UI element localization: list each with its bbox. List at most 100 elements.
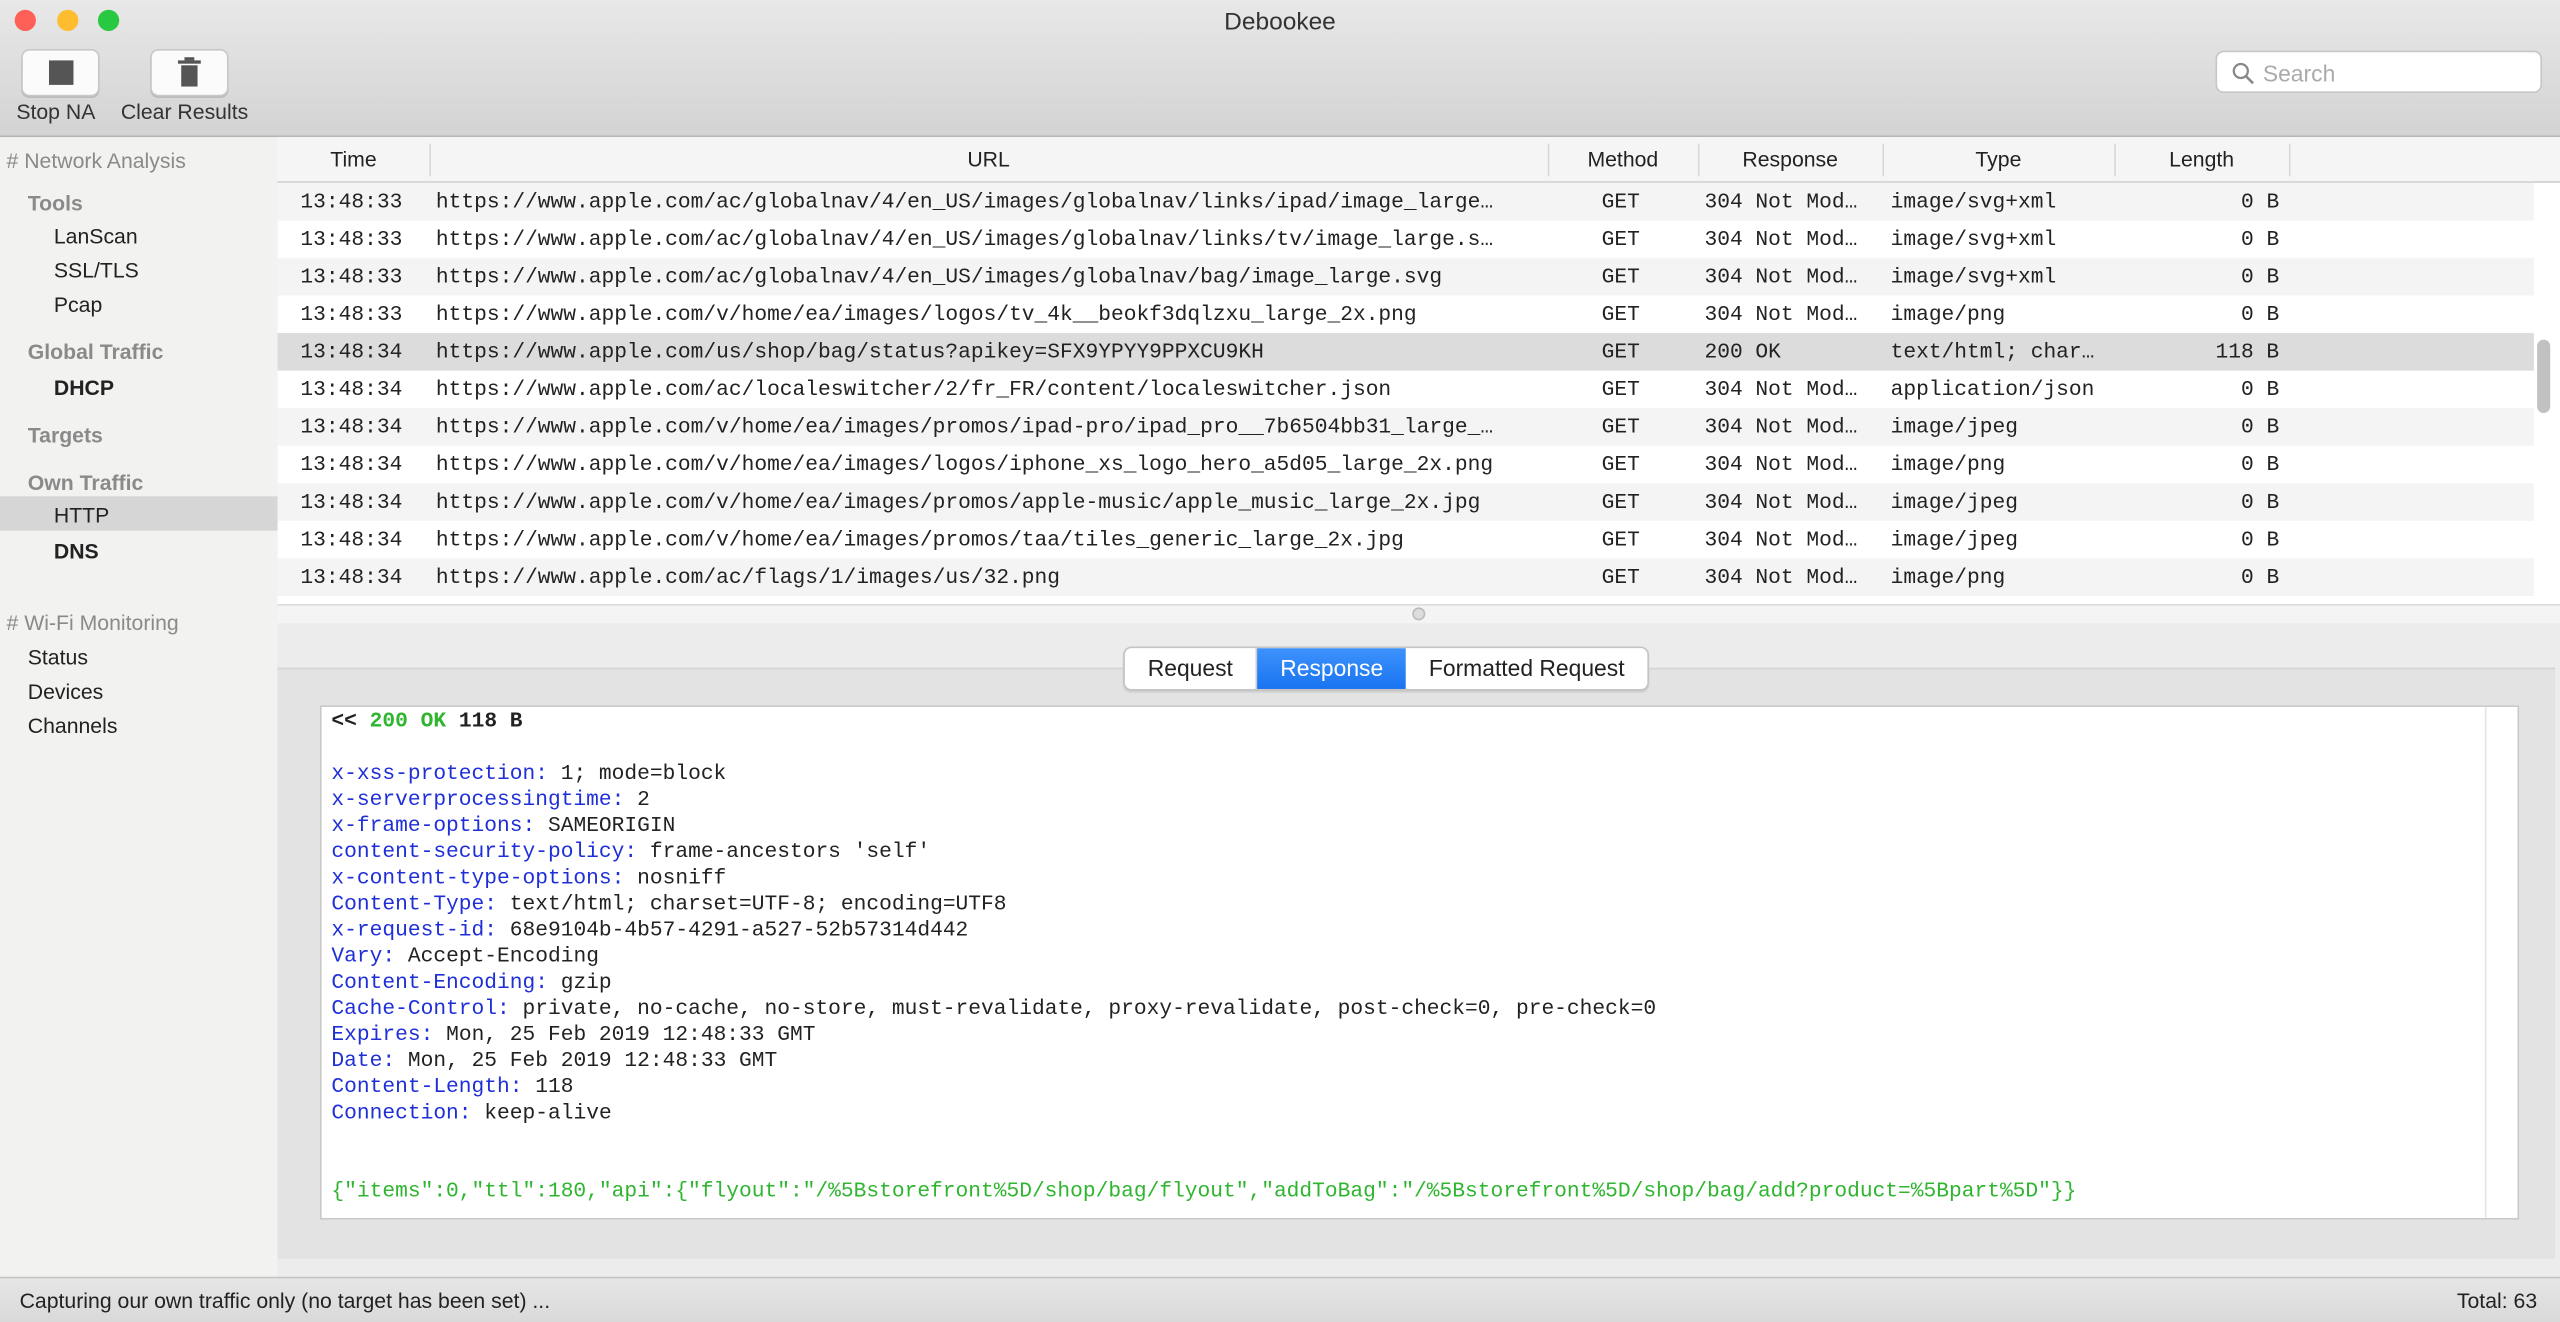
- header-line: Date: Mon, 25 Feb 2019 12:48:33 GMT: [331, 1048, 777, 1072]
- header-key: Expires:: [331, 1022, 434, 1047]
- cell-response: 304 Not Mod…: [1704, 302, 1858, 327]
- header-value: 118: [535, 1074, 574, 1099]
- column-header-length[interactable]: Length: [2114, 147, 2289, 171]
- column-header-type[interactable]: Type: [1882, 147, 2114, 171]
- header-value: frame-ancestors 'self': [649, 839, 931, 864]
- table-row[interactable]: 13:48:33 https://www.apple.com/ac/globaln…: [278, 220, 2534, 258]
- detail-tabs: Request Response Formatted Request: [1123, 646, 1650, 691]
- column-header-method[interactable]: Method: [1548, 147, 1698, 171]
- cell-time: 13:48:33: [300, 226, 403, 252]
- sidebar-item-ssltls[interactable]: SSL/TLS: [54, 258, 139, 282]
- cell-method: GET: [1601, 564, 1640, 590]
- status-message: Capturing our own traffic only (no targe…: [19, 1288, 551, 1313]
- header-key: Date:: [331, 1048, 396, 1073]
- cell-response: 304 Not Mod…: [1704, 489, 1858, 515]
- cell-length: 0 B: [2240, 302, 2280, 327]
- sidebar: # Network Analysis Tools LanScan SSL/TLS…: [0, 137, 280, 1277]
- cell-response: 304 Not Mod…: [1704, 452, 1858, 477]
- text-view-scrollbar-track[interactable]: [2484, 706, 2487, 1218]
- sidebar-section-network-analysis: # Network Analysis: [6, 148, 186, 174]
- cell-response: 200 OK: [1704, 339, 1781, 365]
- cell-method: GET: [1601, 302, 1640, 327]
- stop-na-button[interactable]: [21, 48, 100, 97]
- header-key: Content-Length:: [331, 1074, 523, 1099]
- table-row[interactable]: 13:48:34 https://www.apple.com/v/home/ea/…: [277, 408, 2534, 446]
- table-row[interactable]: 13:48:34 https://www.apple.com/ac/locales…: [278, 371, 2534, 409]
- column-header-url[interactable]: URL: [429, 147, 1547, 171]
- window-title: Debookee: [1224, 8, 1336, 36]
- cell-url: https://www.apple.com/ac/globalnav/4/en_…: [435, 226, 1494, 252]
- table-row[interactable]: 13:48:33 https://www.apple.com/ac/globaln…: [277, 257, 2534, 296]
- cell-length: 0 B: [2240, 189, 2280, 214]
- cell-response: 304 Not Mod…: [1704, 264, 1858, 289]
- cell-type: image/png: [1890, 564, 2006, 590]
- split-view-divider[interactable]: [277, 604, 2560, 626]
- header-line: Vary: Accept-Encoding: [331, 944, 599, 968]
- response-text-view[interactable]: << 200 OK 118 B x-xss-protection: 1; mod…: [319, 705, 2520, 1220]
- sidebar-item-channels[interactable]: Channels: [28, 713, 118, 737]
- column-header-response[interactable]: Response: [1698, 147, 1882, 171]
- header-line: x-content-type-options: nosniff: [331, 865, 726, 889]
- table-row[interactable]: 13:48:34 https://www.apple.com/us/shop/ba…: [277, 333, 2534, 371]
- response-body: {"items":0,"ttl":180,"api":{"flyout":"/%…: [331, 1178, 2077, 1204]
- sidebar-item-dhcp[interactable]: DHCP: [54, 376, 114, 400]
- cell-response: 304 Not Mod…: [1704, 414, 1858, 440]
- header-key: Content-Encoding:: [331, 969, 548, 995]
- search-placeholder: Search: [2262, 60, 2336, 87]
- cell-method: GET: [1601, 264, 1640, 289]
- cell-time: 13:48:34: [300, 377, 403, 402]
- cell-method: GET: [1601, 414, 1640, 440]
- sidebar-item-label: HTTP: [53, 502, 110, 528]
- cell-response: 304 Not Mod…: [1704, 189, 1858, 214]
- cell-method: GET: [1601, 527, 1640, 552]
- cell-method: GET: [1601, 339, 1640, 365]
- cell-type: image/jpeg: [1890, 527, 2018, 552]
- tab-formatted-request[interactable]: Formatted Request: [1406, 648, 1647, 689]
- cell-type: image/svg+xml: [1890, 264, 2057, 289]
- column-header-time[interactable]: Time: [278, 147, 430, 171]
- clear-results-button[interactable]: [150, 48, 229, 97]
- sidebar-item-status[interactable]: Status: [28, 645, 88, 669]
- splitter-handle[interactable]: [1412, 607, 1426, 621]
- table-row[interactable]: 13:48:33 https://www.apple.com/ac/globaln…: [277, 182, 2534, 221]
- header-value: gzip: [560, 969, 612, 995]
- cell-url: https://www.apple.com/ac/flags/1/images/…: [435, 564, 1061, 590]
- cell-time: 13:48:33: [300, 189, 403, 214]
- cell-length: 0 B: [2240, 489, 2280, 515]
- header-line: content-security-policy: frame-ancestors…: [331, 839, 930, 863]
- cell-type: image/jpeg: [1890, 489, 2018, 515]
- sidebar-item-http[interactable]: HTTP: [0, 496, 278, 531]
- sidebar-group-tools: Tools: [27, 191, 83, 216]
- sidebar-item-pcap[interactable]: Pcap: [54, 292, 102, 316]
- cell-length: 0 B: [2240, 264, 2280, 289]
- status-size: 118 B: [458, 708, 523, 734]
- table-row[interactable]: 13:48:34 https://www.apple.com/v/home/ea/…: [278, 446, 2534, 484]
- header-value: nosniff: [637, 865, 727, 890]
- header-line: Content-Encoding: gzip: [331, 970, 611, 994]
- header-key: x-frame-options:: [331, 813, 536, 838]
- header-key: x-request-id:: [331, 917, 498, 943]
- sidebar-item-dns[interactable]: DNS: [54, 539, 99, 563]
- cell-type: image/png: [1890, 302, 2006, 327]
- header-value: 68e9104b-4b57-4291-a527-52b57314d442: [509, 917, 969, 943]
- vertical-scrollbar-thumb[interactable]: [2537, 339, 2551, 414]
- tab-response[interactable]: Response: [1257, 648, 1407, 689]
- header-line: Connection: keep-alive: [331, 1100, 611, 1124]
- table-row[interactable]: 13:48:34 https://www.apple.com/ac/flags/1…: [277, 558, 2534, 596]
- cell-method: GET: [1601, 226, 1640, 252]
- cell-length: 118 B: [2215, 339, 2280, 365]
- cell-url: https://www.apple.com/v/home/ea/images/p…: [435, 489, 1481, 515]
- sidebar-item-devices[interactable]: Devices: [28, 679, 104, 703]
- cell-url: https://www.apple.com/v/home/ea/images/p…: [435, 414, 1494, 440]
- sidebar-item-lanscan[interactable]: LanScan: [54, 224, 138, 248]
- table-row[interactable]: 13:48:33 https://www.apple.com/v/home/ea/…: [278, 296, 2534, 334]
- table-row[interactable]: 13:48:34 https://www.apple.com/v/home/ea/…: [277, 483, 2534, 521]
- tab-request[interactable]: Request: [1125, 648, 1258, 689]
- search-input[interactable]: Search: [2215, 50, 2543, 94]
- table-row[interactable]: 13:48:34 https://www.apple.com/v/home/ea/…: [278, 521, 2534, 559]
- sidebar-group-targets[interactable]: Targets: [28, 423, 103, 447]
- header-value: private, no-cache, no-store, must-revali…: [522, 995, 1657, 1021]
- header-line: Content-Length: 118: [331, 1074, 573, 1098]
- cell-length: 0 B: [2240, 564, 2280, 590]
- cell-url: https://www.apple.com/v/home/ea/images/l…: [435, 302, 1417, 327]
